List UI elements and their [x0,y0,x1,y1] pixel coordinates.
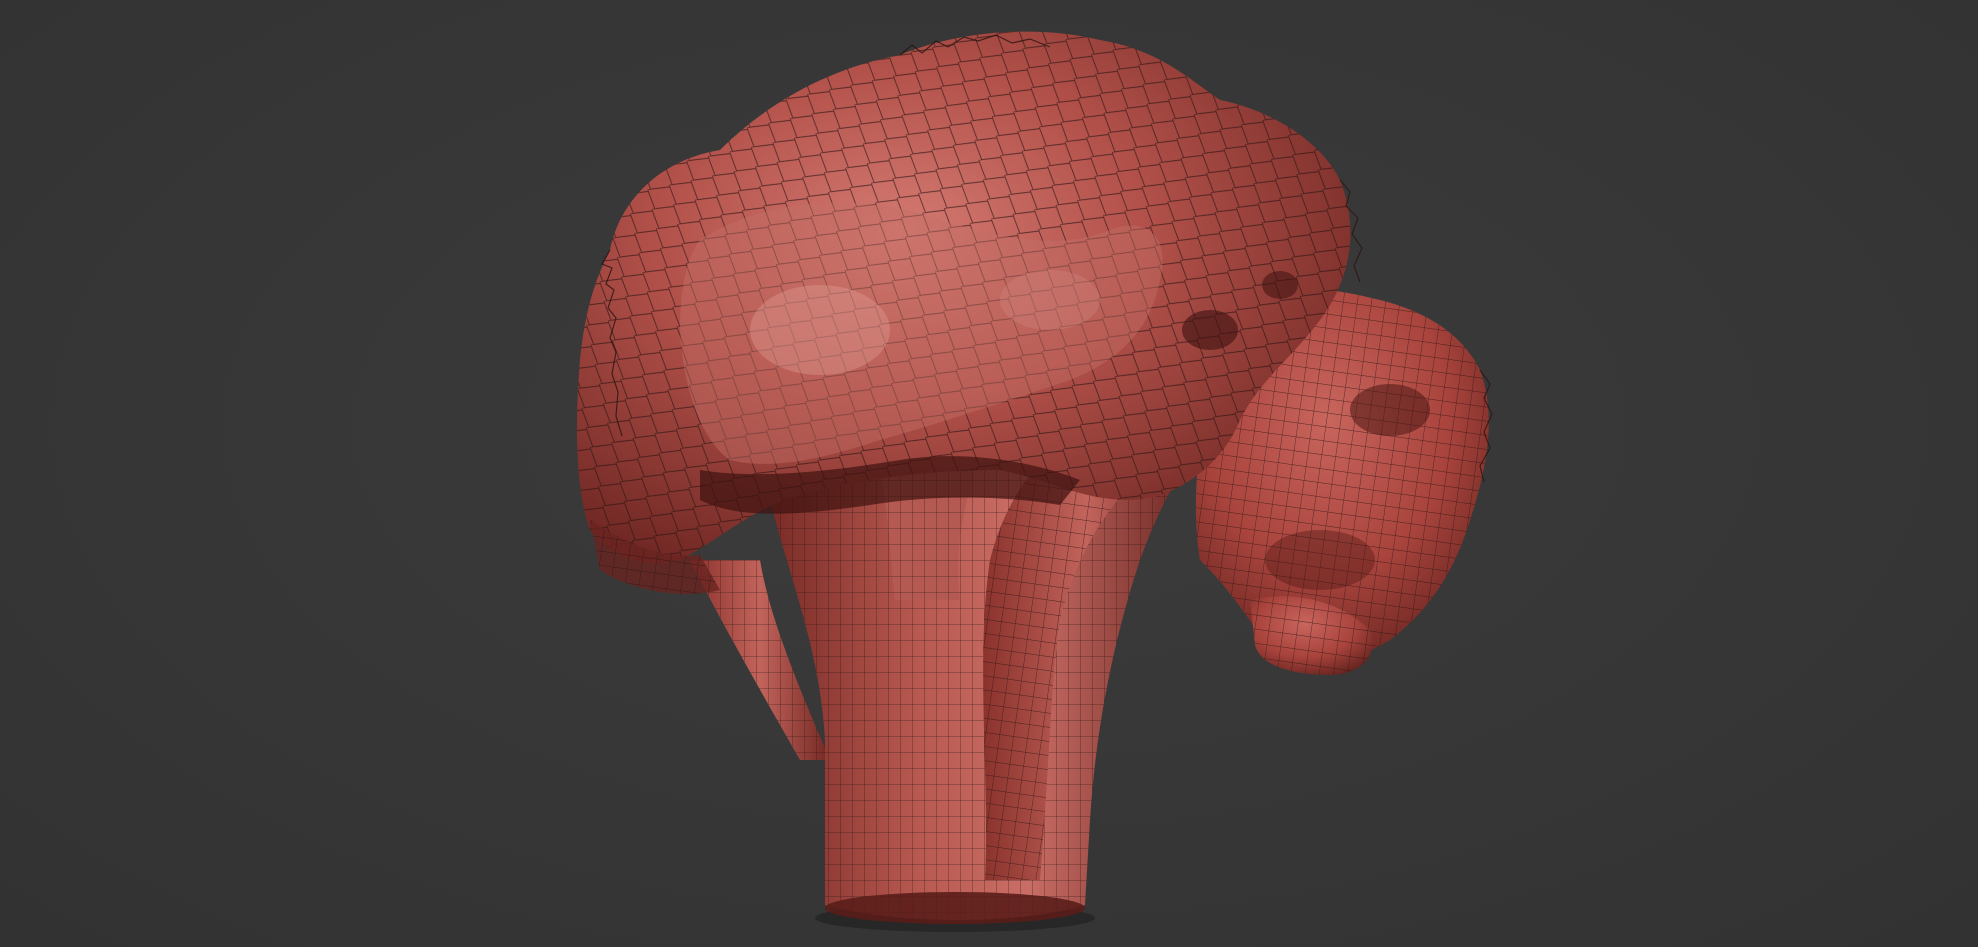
viewport-canvas[interactable] [0,0,1978,947]
broccoli-model[interactable] [0,0,1978,947]
